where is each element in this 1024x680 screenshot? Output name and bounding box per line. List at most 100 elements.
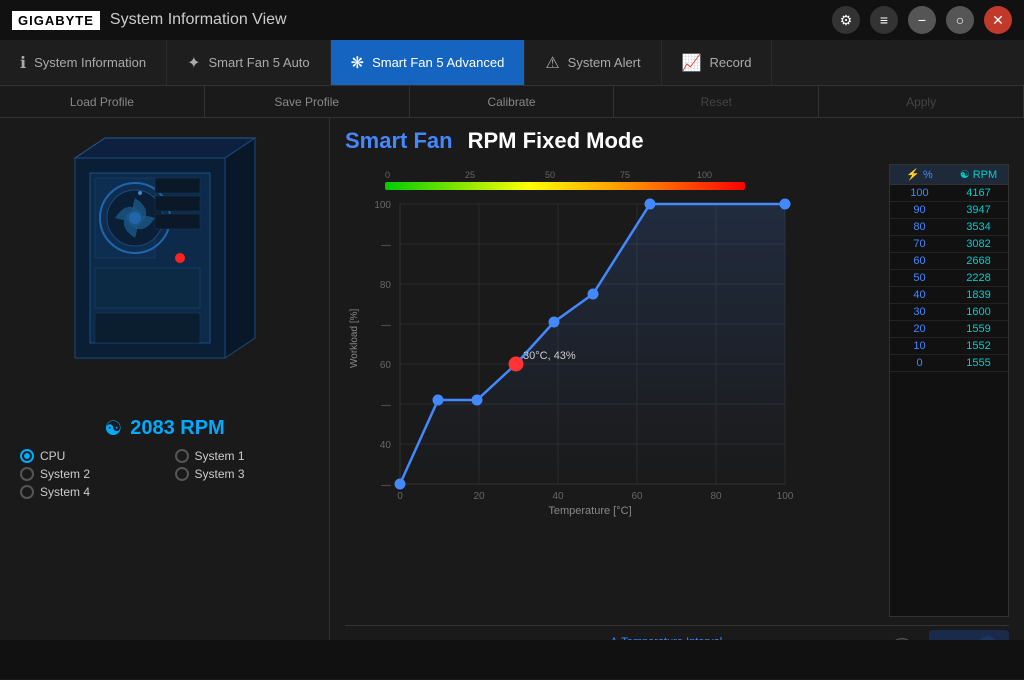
settings-button[interactable]: ⚙ <box>832 6 860 34</box>
rpm-label: RPM <box>973 169 997 181</box>
load-profile-button[interactable]: Load Profile <box>0 86 205 117</box>
svg-text:75: 75 <box>620 170 630 180</box>
tab-system-info[interactable]: ℹ System Information <box>0 40 167 85</box>
rpm-row: 1004167 <box>890 185 1008 202</box>
rpm-row: 803534 <box>890 219 1008 236</box>
rpm-cell-rpm: 3082 <box>949 236 1008 252</box>
rpm-cell-pct: 50 <box>890 270 949 286</box>
rpm-cell-pct: 60 <box>890 253 949 269</box>
rpm-cell-pct: 0 <box>890 355 949 371</box>
fan-option-system1-label: System 1 <box>195 449 245 463</box>
svg-text:Workload [%]: Workload [%] <box>349 308 360 368</box>
apply-button[interactable]: Apply <box>819 86 1024 117</box>
rpm-cell-pct: 30 <box>890 304 949 320</box>
svg-text:30°C, 43%: 30°C, 43% <box>523 350 576 362</box>
left-panel: ☯ 2083 RPM CPU System 1 System 2 System … <box>0 118 330 680</box>
rpm-display: ☯ 2083 RPM <box>104 416 224 441</box>
toolbar: Load Profile Save Profile Calibrate Rese… <box>0 86 1024 118</box>
fan-option-cpu[interactable]: CPU <box>20 449 155 463</box>
nav-tabs: ℹ System Information ✦ Smart Fan 5 Auto … <box>0 40 1024 86</box>
rpm-row: 703082 <box>890 236 1008 253</box>
rpm-rows-container: 1004167903947803534703082602668502228401… <box>890 185 1008 372</box>
tab-system-alert-label: System Alert <box>568 55 641 70</box>
svg-text:—: — <box>381 400 391 411</box>
rpm-col-percent-header: ⚡ % <box>890 165 949 185</box>
percent-icon: ⚡ <box>906 169 920 181</box>
rpm-cell-pct: 10 <box>890 338 949 354</box>
svg-text:100: 100 <box>374 200 391 211</box>
fan-option-system3[interactable]: System 3 <box>175 467 310 481</box>
rpm-row: 201559 <box>890 321 1008 338</box>
radio-system2 <box>20 467 34 481</box>
rpm-cell-rpm: 3534 <box>949 219 1008 235</box>
rpm-cell-pct: 100 <box>890 185 949 201</box>
rpm-cell-rpm: 1600 <box>949 304 1008 320</box>
svg-text:40: 40 <box>380 440 392 451</box>
fan-option-system2[interactable]: System 2 <box>20 467 155 481</box>
tab-record-label: Record <box>710 55 752 70</box>
main-content: ☯ 2083 RPM CPU System 1 System 2 System … <box>0 118 1024 680</box>
alert-icon: ⚠ <box>545 53 559 73</box>
svg-text:100: 100 <box>697 170 712 180</box>
rpm-row: 301600 <box>890 304 1008 321</box>
save-profile-button[interactable]: Save Profile <box>205 86 410 117</box>
restore-button[interactable]: ○ <box>946 6 974 34</box>
chart-area[interactable]: 0 25 50 75 100 <box>345 164 881 617</box>
tab-record[interactable]: 📈 Record <box>662 40 773 85</box>
rpm-cell-rpm: 1839 <box>949 287 1008 303</box>
chart-title-mode: RPM Fixed Mode <box>468 128 644 154</box>
rpm-cell-rpm: 3947 <box>949 202 1008 218</box>
tab-smart-fan-advanced[interactable]: ❋ Smart Fan 5 Advanced <box>331 40 526 85</box>
svg-text:Temperature [°C]: Temperature [°C] <box>548 505 631 517</box>
fan-option-cpu-label: CPU <box>40 449 65 463</box>
rpm-cell-rpm: 4167 <box>949 185 1008 201</box>
rpm-col-rpm-header: ☯ RPM <box>949 165 1008 185</box>
fan-option-system1[interactable]: System 1 <box>175 449 310 463</box>
active-data-point[interactable] <box>509 357 523 371</box>
rpm-row: 401839 <box>890 287 1008 304</box>
rpm-cell-pct: 70 <box>890 236 949 252</box>
minimize-button[interactable]: − <box>908 6 936 34</box>
close-button[interactable]: ✕ <box>984 6 1012 34</box>
fan-option-system2-label: System 2 <box>40 467 90 481</box>
radio-cpu <box>20 449 34 463</box>
right-panel: Smart Fan RPM Fixed Mode <box>330 118 1024 680</box>
rpm-cell-rpm: 1552 <box>949 338 1008 354</box>
svg-text:0: 0 <box>397 491 403 502</box>
reset-button[interactable]: Reset <box>614 86 819 117</box>
svg-text:80: 80 <box>380 280 392 291</box>
svg-text:20: 20 <box>473 491 485 502</box>
rpm-row: 01555 <box>890 355 1008 372</box>
title-bar-left: GIGABYTE System Information View <box>12 11 287 30</box>
list-button[interactable]: ≡ <box>870 6 898 34</box>
fan-options: CPU System 1 System 2 System 3 System 4 <box>10 449 319 499</box>
record-icon: 📈 <box>682 53 702 73</box>
radio-system3 <box>175 467 189 481</box>
rpm-cell-pct: 20 <box>890 321 949 337</box>
tab-system-alert[interactable]: ⚠ System Alert <box>525 40 661 85</box>
chart-header: Smart Fan RPM Fixed Mode <box>345 128 1009 154</box>
fan-option-system3-label: System 3 <box>195 467 245 481</box>
svg-text:25: 25 <box>465 170 475 180</box>
radio-system4 <box>20 485 34 499</box>
app-title: System Information View <box>110 11 287 29</box>
rpm-row: 502228 <box>890 270 1008 287</box>
pc-visualization <box>25 128 305 408</box>
tab-smart-fan-auto-label: Smart Fan 5 Auto <box>208 55 309 70</box>
fan-chart-svg[interactable]: 0 25 50 75 100 <box>345 164 825 534</box>
info-icon: ℹ <box>20 53 26 73</box>
svg-text:—: — <box>381 480 391 491</box>
fan-option-system4[interactable]: System 4 <box>20 485 155 499</box>
tab-smart-fan-auto[interactable]: ✦ Smart Fan 5 Auto <box>167 40 331 85</box>
fan-advanced-icon: ❋ <box>351 53 364 73</box>
svg-text:100: 100 <box>777 491 794 502</box>
rpm-fan-icon: ☯ <box>960 169 970 181</box>
svg-text:0: 0 <box>385 170 390 180</box>
chart-title-fan: Smart Fan <box>345 128 453 154</box>
rpm-row: 602668 <box>890 253 1008 270</box>
rpm-cell-rpm: 1555 <box>949 355 1008 371</box>
svg-text:80: 80 <box>710 491 722 502</box>
reflection <box>0 640 1024 680</box>
calibrate-button[interactable]: Calibrate <box>410 86 615 117</box>
rpm-cell-rpm: 2228 <box>949 270 1008 286</box>
